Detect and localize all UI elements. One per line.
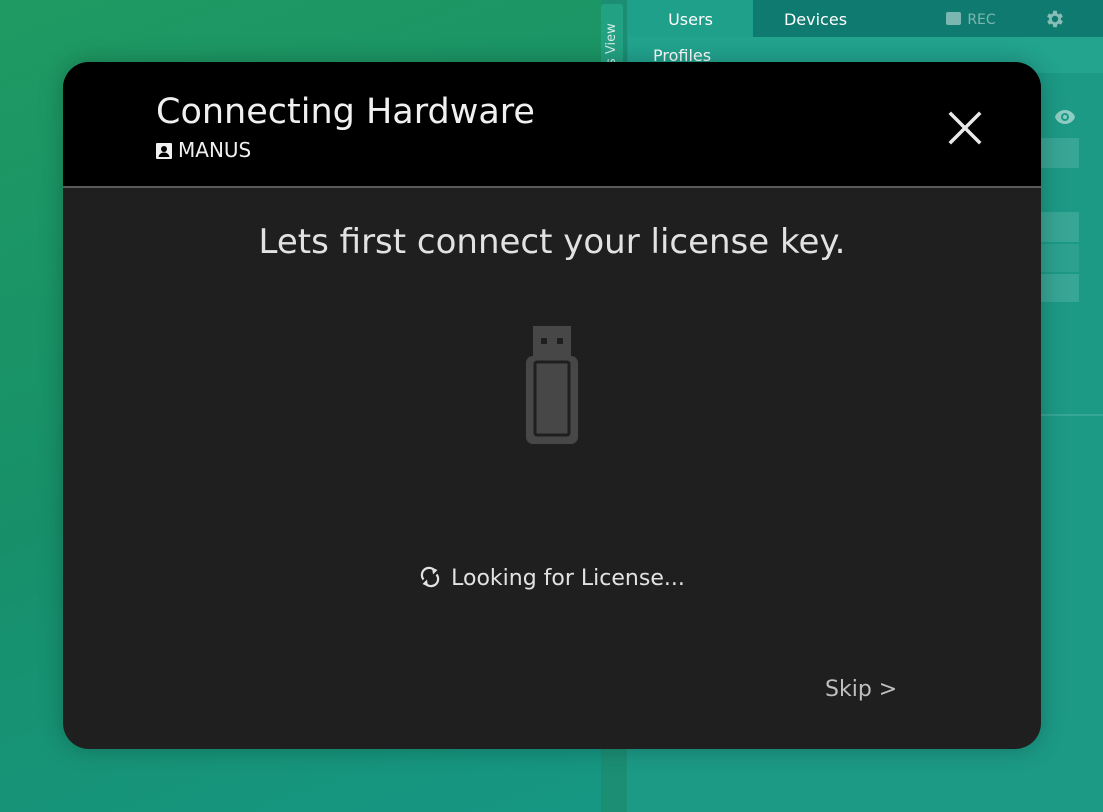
- close-button[interactable]: [943, 106, 987, 150]
- dialog-subtitle: MANUS: [156, 137, 251, 163]
- dialog-heading: Lets first connect your license key.: [258, 222, 846, 262]
- tab-users[interactable]: Users: [628, 0, 753, 37]
- screen: s View Users Devices REC Profiles Connec…: [0, 0, 1103, 812]
- tab-devices[interactable]: Devices: [753, 0, 878, 37]
- usb-key-icon: [526, 326, 578, 448]
- close-icon: [948, 111, 982, 145]
- user-name: MANUS: [178, 138, 252, 162]
- dialog-title: Connecting Hardware: [156, 92, 535, 132]
- status-text: Looking for License...: [451, 566, 685, 591]
- background-field: [1040, 138, 1079, 168]
- background-list-row: [1040, 274, 1079, 302]
- dialog-header: Connecting Hardware MANUS: [63, 62, 1041, 188]
- status-message: Looking for License...: [63, 564, 1041, 594]
- skip-button[interactable]: Skip >: [825, 675, 897, 705]
- record-label: REC: [967, 12, 996, 28]
- sync-icon: [420, 566, 440, 588]
- clapperboard-icon: [946, 12, 962, 25]
- record-button[interactable]: REC: [936, 0, 1006, 37]
- background-list-row: [1040, 244, 1079, 272]
- eye-icon[interactable]: [1054, 106, 1076, 130]
- gear-icon[interactable]: [1044, 8, 1066, 30]
- top-tab-bar: Users Devices REC: [628, 0, 1103, 37]
- contact-card-icon: [156, 143, 172, 159]
- connecting-hardware-dialog: Connecting Hardware MANUS Lets first con…: [63, 62, 1041, 749]
- background-list-row: [1040, 212, 1079, 242]
